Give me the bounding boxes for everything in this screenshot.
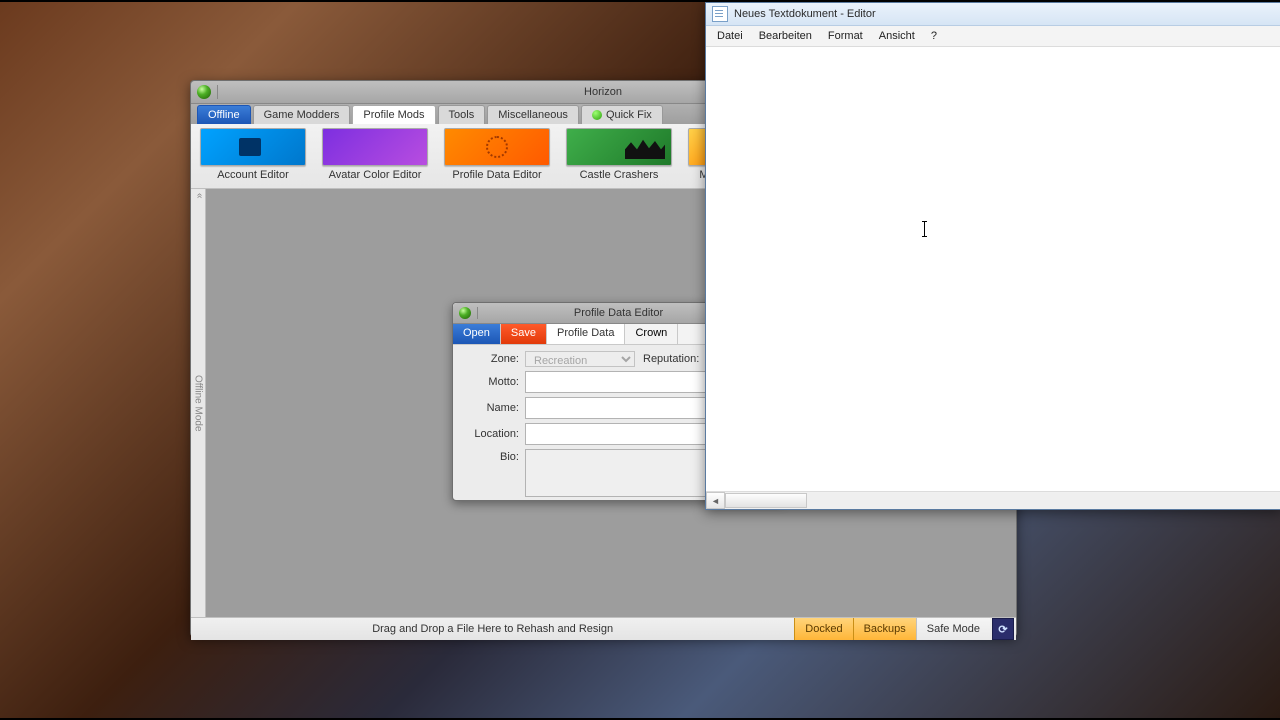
status-docked-button[interactable]: Docked xyxy=(794,618,852,640)
pde-open-button[interactable]: Open xyxy=(453,324,501,344)
tab-quick-fix[interactable]: Quick Fix xyxy=(581,105,663,124)
menu-bearbeiten[interactable]: Bearbeiten xyxy=(752,28,819,44)
pde-tab-profile-data[interactable]: Profile Data xyxy=(547,324,625,344)
status-square-button[interactable]: ⟳ xyxy=(992,618,1014,640)
notepad-title: Neues Textdokument - Editor xyxy=(734,8,876,20)
notepad-titlebar[interactable]: Neues Textdokument - Editor xyxy=(706,3,1280,26)
scroll-left-arrow-icon[interactable]: ◄ xyxy=(706,492,725,509)
profile-data-icon xyxy=(444,128,550,166)
quickfix-icon xyxy=(592,110,602,120)
side-grip-icon: « xyxy=(194,193,205,199)
side-panel-handle[interactable]: « Offline Mode xyxy=(191,189,206,617)
notepad-hscrollbar[interactable]: ◄ ► xyxy=(706,491,1280,509)
tab-offline[interactable]: Offline xyxy=(197,105,251,124)
tool-label: Castle Crashers xyxy=(580,169,659,181)
tool-label: Account Editor xyxy=(217,169,289,181)
tab-game-modders[interactable]: Game Modders xyxy=(253,105,351,124)
pde-save-button[interactable]: Save xyxy=(501,324,547,344)
menu-ansicht[interactable]: Ansicht xyxy=(872,28,922,44)
label-name: Name: xyxy=(461,402,519,414)
scroll-thumb[interactable] xyxy=(725,493,807,508)
text-caret-icon xyxy=(924,222,925,236)
zone-select[interactable]: Recreation xyxy=(525,351,635,367)
statusbar: Drag and Drop a File Here to Rehash and … xyxy=(191,617,1016,640)
label-zone: Zone: xyxy=(461,353,519,365)
tool-label: Profile Data Editor xyxy=(452,169,541,181)
notepad-menubar: Datei Bearbeiten Format Ansicht ? xyxy=(706,26,1280,47)
notepad-editor[interactable] xyxy=(706,47,1280,491)
castle-crashers-icon xyxy=(566,128,672,166)
desktop: Horizon Offline Game Modders Profile Mod… xyxy=(0,0,1280,720)
tab-profile-mods[interactable]: Profile Mods xyxy=(352,105,435,124)
menu-datei[interactable]: Datei xyxy=(710,28,750,44)
tab-tools[interactable]: Tools xyxy=(438,105,486,124)
tool-label: Avatar Color Editor xyxy=(329,169,422,181)
tab-quick-fix-label: Quick Fix xyxy=(606,109,652,121)
tool-profile-data-editor[interactable]: Profile Data Editor xyxy=(443,128,551,188)
status-hint: Drag and Drop a File Here to Rehash and … xyxy=(191,623,794,635)
tool-avatar-color-editor[interactable]: Avatar Color Editor xyxy=(321,128,429,188)
label-bio: Bio: xyxy=(461,449,519,463)
menu-format[interactable]: Format xyxy=(821,28,870,44)
notepad-window: Neues Textdokument - Editor Datei Bearbe… xyxy=(705,2,1280,510)
pde-tab-crown[interactable]: Crown xyxy=(625,324,678,344)
status-backups-button[interactable]: Backups xyxy=(853,618,916,640)
account-editor-icon xyxy=(200,128,306,166)
avatar-color-icon xyxy=(322,128,428,166)
tool-account-editor[interactable]: Account Editor xyxy=(199,128,307,188)
menu-help[interactable]: ? xyxy=(924,28,944,44)
tab-miscellaneous[interactable]: Miscellaneous xyxy=(487,105,579,124)
label-location: Location: xyxy=(461,428,519,440)
label-motto: Motto: xyxy=(461,376,519,388)
tool-castle-crashers[interactable]: Castle Crashers xyxy=(565,128,673,188)
side-label: Offline Mode xyxy=(193,375,204,432)
label-reputation: Reputation: xyxy=(643,353,699,365)
scroll-track[interactable] xyxy=(725,493,1280,508)
status-safe-mode-button[interactable]: Safe Mode xyxy=(916,618,990,640)
notepad-icon xyxy=(712,6,728,22)
